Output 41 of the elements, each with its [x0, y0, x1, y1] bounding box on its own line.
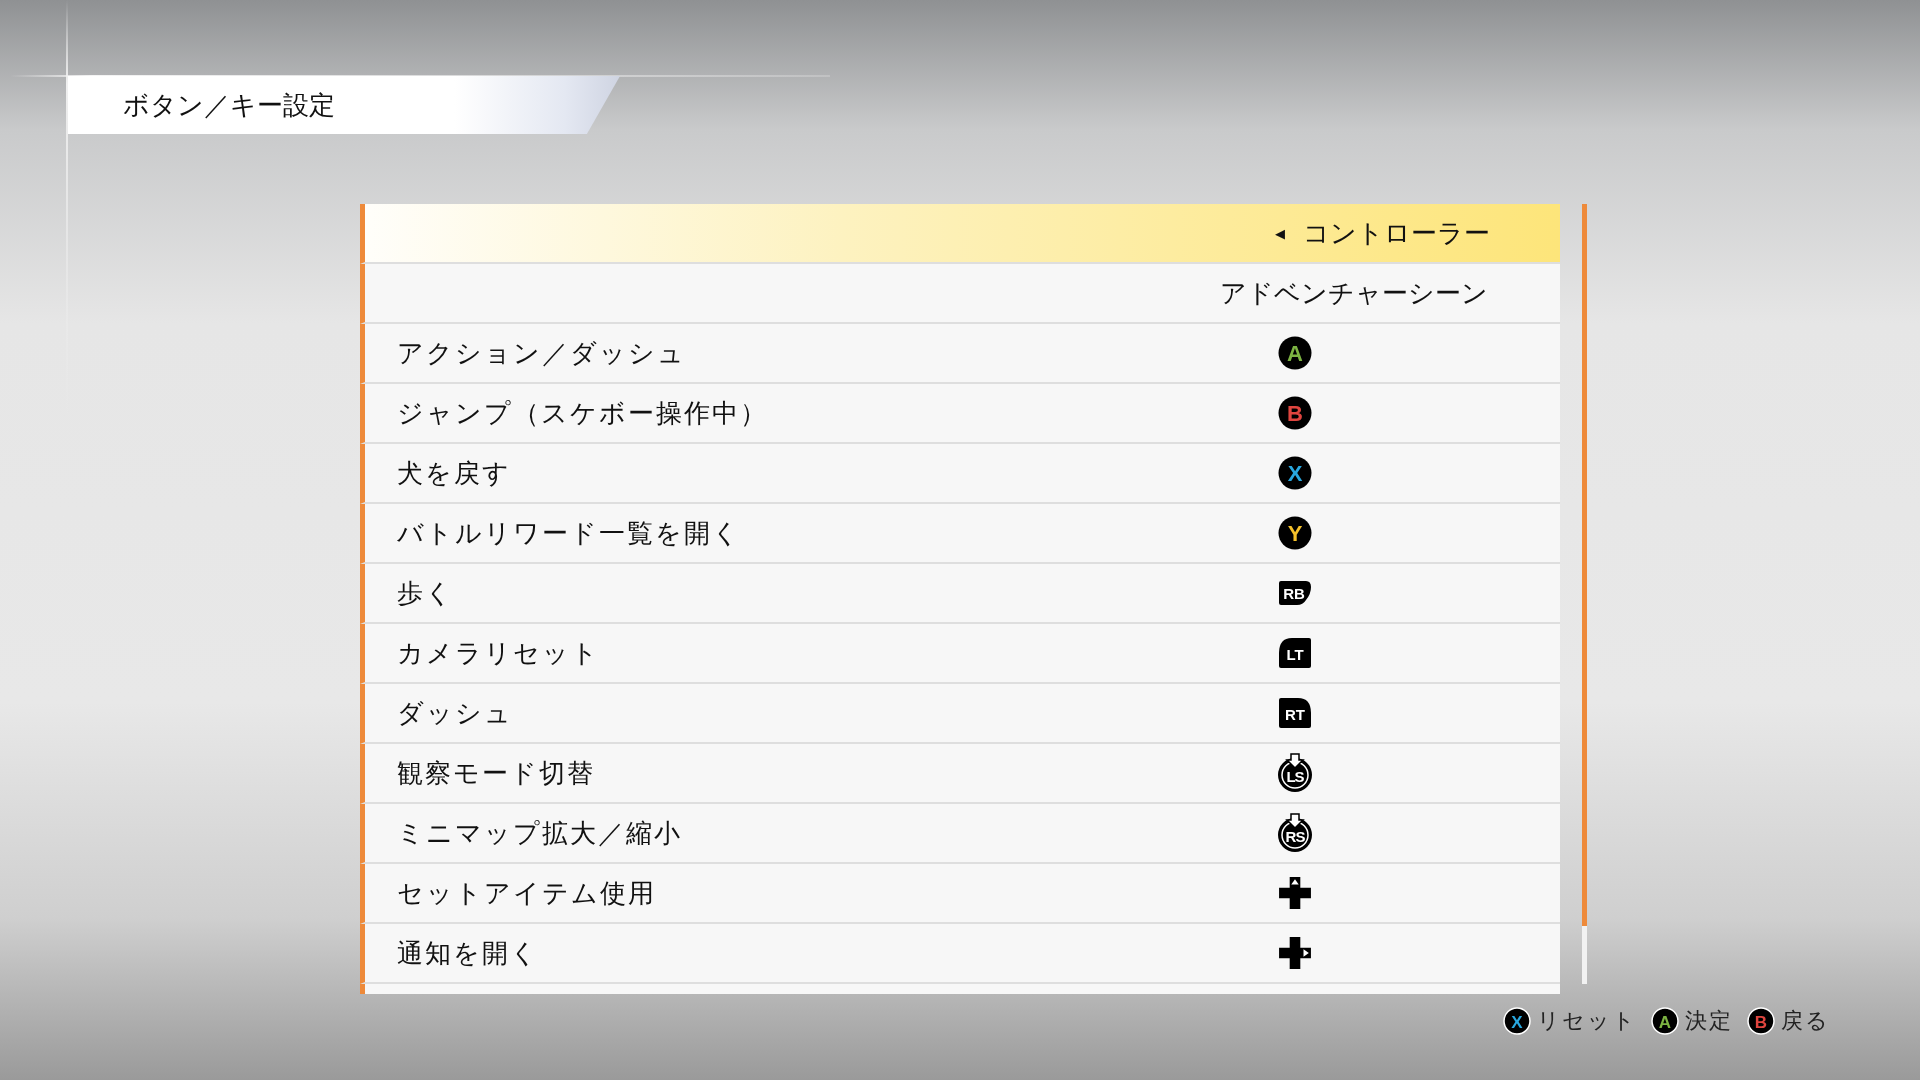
action-label: 犬を戻す [396, 456, 512, 490]
column-header: アドベンチャーシーン [1219, 276, 1489, 310]
binding-row[interactable]: ジャンプ（スケボー操作中） B [360, 384, 1560, 444]
binding-row[interactable]: バトルリワード一覧を開く Y [360, 504, 1560, 564]
binding-row[interactable]: 歩く RB [360, 564, 1560, 624]
binding-row[interactable]: アクション／ダッシュ A [360, 324, 1560, 384]
face-button-icon: X [1503, 1007, 1531, 1035]
face-button-icon: X [1278, 456, 1312, 490]
face-button-icon: B [1278, 396, 1312, 430]
hint-button[interactable]: A 決定 [1651, 1006, 1733, 1036]
binding-row[interactable]: 通知を開く [360, 924, 1560, 984]
action-label: セットアイテム使用 [396, 876, 657, 910]
face-button-icon: A [1278, 336, 1312, 370]
action-label: バトルリワード一覧を開く [396, 516, 742, 550]
left-arrow-icon[interactable]: ◀ [1275, 225, 1285, 241]
action-label: 歩く [396, 576, 455, 610]
action-label: アクション／ダッシュ [396, 336, 687, 370]
screen-title: ボタン／キー設定 [123, 88, 335, 122]
left-trigger-icon: LT [1278, 637, 1312, 669]
face-button-icon: A [1651, 1007, 1679, 1035]
binding-row[interactable]: セットアイテム使用 [360, 864, 1560, 924]
binding-row[interactable]: 犬を戻す X [360, 444, 1560, 504]
hint-button[interactable]: X リセット [1503, 1006, 1637, 1036]
action-label: 通知を開く [396, 936, 540, 970]
action-label: ダッシュ [396, 696, 514, 730]
binding-row[interactable]: カメラリセット LT [360, 624, 1560, 684]
action-label: カメラリセット [396, 636, 601, 670]
binding-row[interactable]: ミニマップ拡大／縮小 RS [360, 804, 1560, 864]
dpad-icon [1278, 876, 1312, 910]
action-label: ミニマップ拡大／縮小 [396, 816, 683, 850]
face-button-icon: Y [1278, 516, 1312, 550]
face-button-icon: B [1747, 1007, 1775, 1035]
device-selector[interactable]: ◀ コントローラー [360, 204, 1560, 264]
bumper-button-icon: RB [1278, 580, 1312, 606]
right-trigger-icon: RT [1278, 697, 1312, 729]
hint-button[interactable]: B 戻る [1747, 1006, 1830, 1036]
action-label: 観察モード切替 [396, 756, 596, 790]
binding-row[interactable]: 観察モード切替 LS [360, 744, 1560, 804]
dpad-icon [1278, 936, 1312, 970]
binding-row[interactable]: ダッシュ RT [360, 684, 1560, 744]
action-label: ジャンプ（スケボー操作中） [396, 396, 769, 430]
